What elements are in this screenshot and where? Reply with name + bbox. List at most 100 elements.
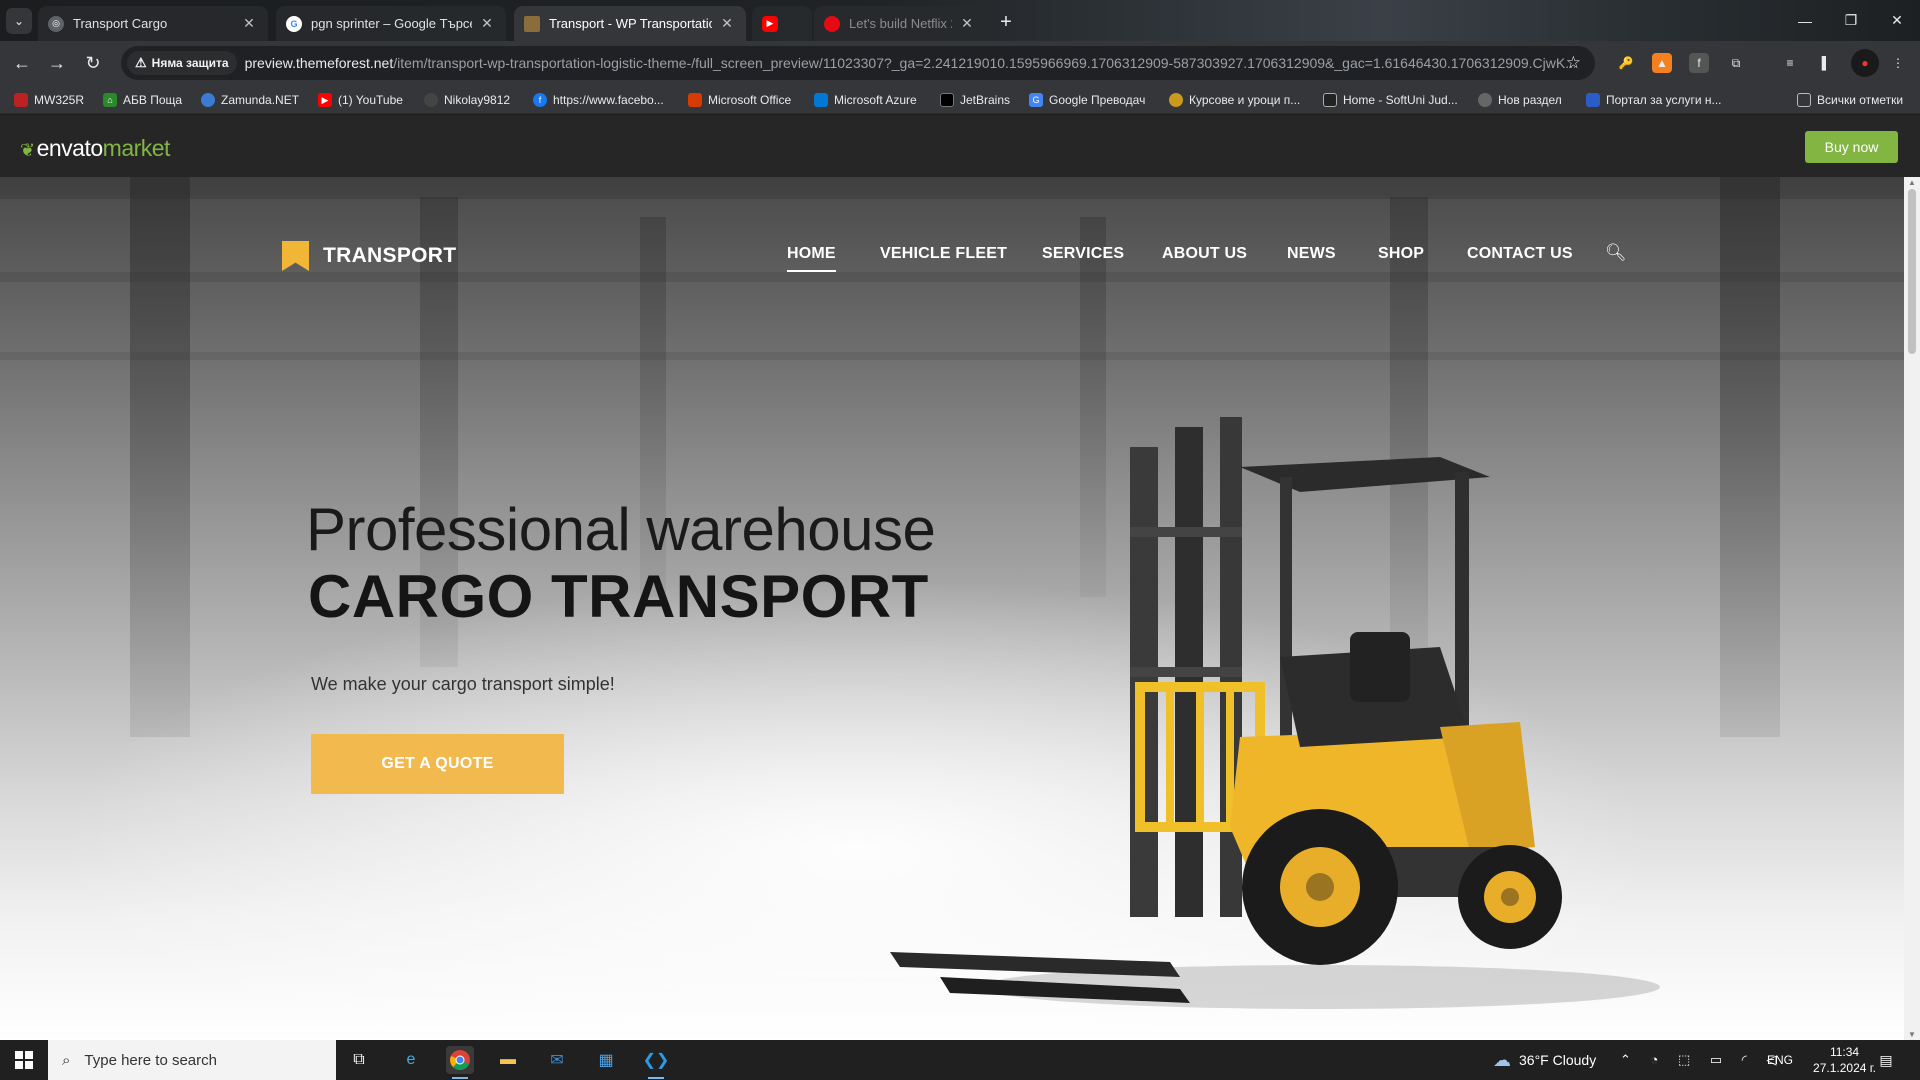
tab-youtube[interactable]: ▶ (752, 6, 812, 41)
bookmark-item[interactable]: Нов раздел (1478, 91, 1562, 109)
language-indicator[interactable]: ENG (1767, 1040, 1793, 1080)
warning-icon: ⚠ (135, 55, 147, 70)
nav-services[interactable]: SERVICES (1042, 245, 1124, 263)
get-a-quote-button[interactable]: GET A QUOTE (311, 734, 564, 794)
page-scrollbar[interactable]: ▲ ▼ (1904, 177, 1920, 1040)
logo-text: envato (36, 135, 104, 161)
bookmark-item[interactable]: Курсове и уроци п... (1169, 91, 1300, 109)
security-chip[interactable]: ⚠ Няма защита (127, 51, 237, 75)
bookmark-item[interactable]: Портал за услуги н... (1586, 91, 1722, 109)
buy-now-button[interactable]: Buy now (1805, 131, 1898, 163)
bookmark-star-icon[interactable]: ☆ (1566, 53, 1581, 73)
weather-text: 36°F Cloudy (1519, 1052, 1597, 1068)
globe-icon: ◎ (48, 15, 64, 32)
vscode-icon[interactable]: ❮❯ (642, 1046, 670, 1079)
extension-orange-icon[interactable]: ▲ (1652, 53, 1672, 73)
bookmark-item[interactable]: Microsoft Azure (814, 91, 917, 109)
nav-shop[interactable]: SHOP (1378, 245, 1424, 263)
bookmark-item[interactable]: JetBrains (940, 91, 1010, 109)
tab-netflix[interactable]: Let's build Netflix 2 ✕ (814, 6, 986, 41)
envato-logo[interactable]: ❦envatomarket (20, 135, 170, 162)
bookmark-item[interactable]: MW325R (14, 91, 84, 109)
cloud-icon: ☁ (1493, 1049, 1511, 1070)
bookmark-item[interactable]: ▶ (1) YouTube (318, 91, 403, 109)
nav-contact-us[interactable]: CONTACT US (1467, 245, 1573, 263)
tab-title: pgn sprinter – Google Търсене (311, 16, 472, 31)
chrome-icon[interactable] (446, 1046, 474, 1079)
bookmark-label: MW325R (34, 93, 85, 107)
key-extension-icon[interactable]: 🔑 (1616, 53, 1636, 73)
bookmark-favicon-icon (201, 93, 215, 107)
scroll-down-icon[interactable]: ▼ (1908, 1030, 1916, 1039)
close-window-icon[interactable]: ✕ (1874, 0, 1920, 41)
close-icon[interactable]: ✕ (958, 15, 976, 32)
scrollbar-thumb[interactable] (1908, 189, 1916, 354)
bookmark-item[interactable]: Microsoft Office (688, 91, 791, 109)
new-tab-button[interactable]: + (993, 9, 1019, 35)
taskbar-search-input[interactable]: ⌕ Type here to search (48, 1040, 336, 1080)
close-icon[interactable]: ✕ (240, 15, 258, 32)
restore-icon[interactable]: ❐ (1828, 0, 1874, 41)
extension-f-icon[interactable]: f (1689, 53, 1709, 73)
all-bookmarks[interactable]: Всички отметки (1797, 91, 1903, 109)
task-view-icon[interactable]: ⧉ (345, 1046, 373, 1074)
bookmark-item[interactable]: Home - SoftUni Jud... (1323, 91, 1458, 109)
bookmark-label: Zamunda.NET (221, 93, 300, 107)
security-label: Няма защита (151, 56, 229, 70)
tab-title: Transport Cargo (73, 16, 168, 31)
tab-wp-transportation[interactable]: Transport - WP Transportation & ✕ (514, 6, 746, 41)
media-queue-icon[interactable]: ≡ (1780, 53, 1800, 73)
home-icon: ⌂ (103, 93, 117, 107)
minimize-icon[interactable]: — (1782, 0, 1828, 41)
ceiling-beam (0, 272, 1904, 282)
side-panel-icon[interactable]: ▌ (1816, 53, 1836, 73)
edge-icon[interactable]: e (397, 1046, 425, 1074)
clock-time: 11:34 (1829, 1045, 1860, 1059)
nav-home[interactable]: HOME (787, 245, 836, 272)
browser-toolbar: ← → ↻ ⚠ Няма защита preview.themeforest.… (0, 41, 1920, 85)
bookmark-favicon-icon (1323, 93, 1337, 107)
bookmark-item[interactable]: Zamunda.NET (201, 91, 299, 109)
bookmark-label: JetBrains (960, 93, 1011, 107)
bookmark-label: Home - SoftUni Jud... (1343, 93, 1458, 107)
nav-news[interactable]: NEWS (1287, 245, 1336, 263)
mail-icon[interactable]: ✉ (543, 1046, 571, 1074)
extensions-puzzle-icon[interactable]: ⧉ (1726, 53, 1746, 73)
store-icon[interactable]: ▦ (592, 1046, 620, 1074)
bookmark-item[interactable]: Nikolay9812 (424, 91, 510, 109)
nav-vehicle-fleet[interactable]: VEHICLE FLEET (880, 245, 1007, 263)
reload-icon[interactable]: ↻ (79, 49, 107, 77)
notifications-icon[interactable]: ▤ (1872, 1046, 1900, 1074)
taskbar-clock[interactable]: 11:34 27.1.2024 г. (1813, 1044, 1876, 1076)
translate-icon: G (1029, 93, 1043, 107)
ceiling-beam (0, 352, 1904, 360)
tab-transport-cargo[interactable]: ◎ Transport Cargo ✕ (38, 6, 268, 41)
nav-about-us[interactable]: ABOUT US (1162, 245, 1247, 263)
close-icon[interactable]: ✕ (478, 15, 496, 32)
office-icon (688, 93, 702, 107)
url-text[interactable]: preview.themeforest.net/item/transport-w… (245, 55, 1575, 71)
back-arrow-icon[interactable]: ← (8, 49, 36, 77)
file-explorer-icon[interactable]: ▬ (494, 1046, 522, 1074)
system-tray-icons[interactable]: ⌃ ◔ ⬚ ▭ ◜ ◁ (1620, 1040, 1784, 1080)
close-icon[interactable]: ✕ (718, 15, 736, 32)
tab-google-search[interactable]: G pgn sprinter – Google Търсене ✕ (276, 6, 506, 41)
site-logo[interactable]: TRANSPORT (282, 241, 456, 271)
bookmark-item[interactable]: ⌂ АБВ Поща (103, 91, 182, 109)
address-bar[interactable]: ⚠ Няма защита preview.themeforest.net/it… (121, 46, 1595, 80)
weather-widget[interactable]: ☁ 36°F Cloudy (1493, 1040, 1596, 1080)
hero-heading-line1: Professional warehouse (306, 496, 936, 563)
windows-start-icon[interactable] (0, 1040, 48, 1080)
bookmark-label: Google Преводач (1049, 93, 1146, 107)
url-path: /item/transport-wp-transportation-logist… (393, 55, 1575, 71)
scroll-up-icon[interactable]: ▲ (1908, 178, 1916, 187)
forward-arrow-icon[interactable]: → (43, 49, 71, 77)
hero-subtitle: We make your cargo transport simple! (311, 674, 615, 694)
tab-search-button[interactable]: ⌄ (6, 8, 32, 34)
search-icon[interactable]: 🔍︎ (1605, 243, 1627, 263)
menu-kebab-icon[interactable]: ⋮ (1888, 53, 1908, 73)
bookmark-item[interactable]: G Google Преводач (1029, 91, 1145, 109)
profile-avatar[interactable]: ● (1851, 49, 1879, 77)
google-icon: G (286, 15, 302, 32)
bookmark-item[interactable]: f https://www.facebo... (533, 91, 664, 109)
